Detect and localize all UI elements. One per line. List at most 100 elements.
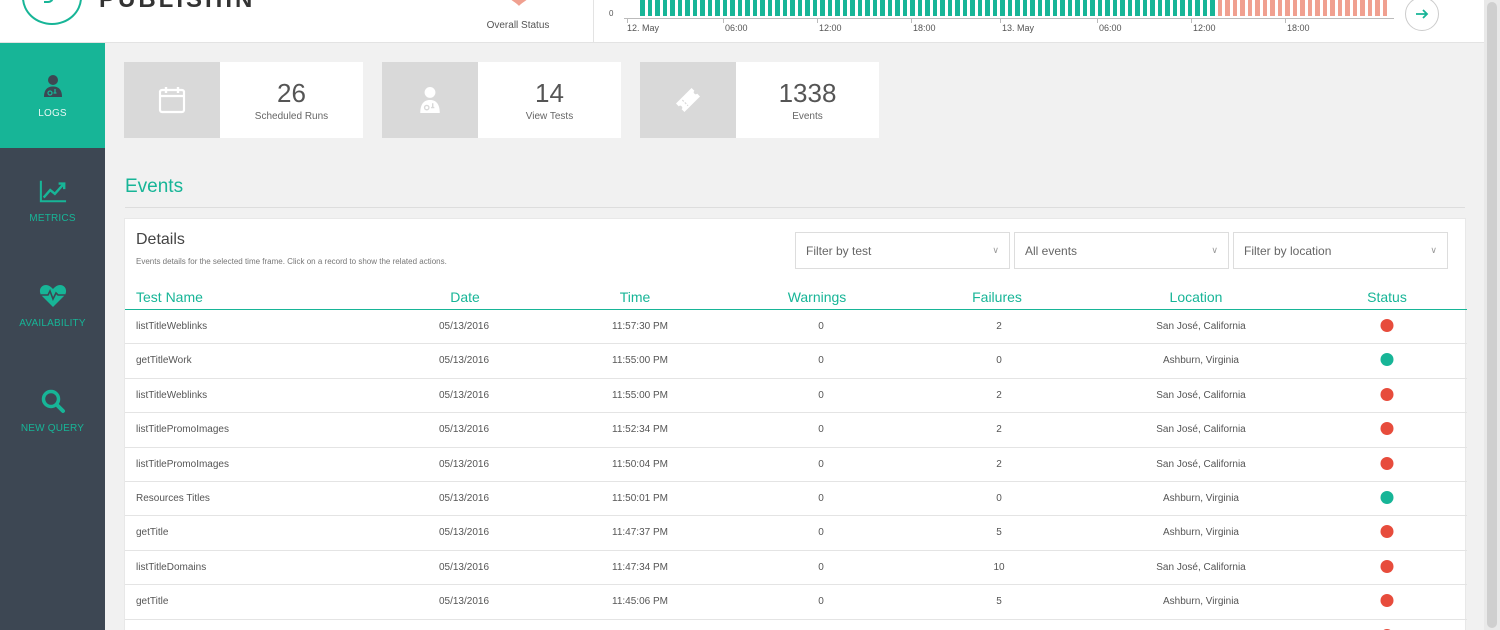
timeline-bar[interactable] [827, 0, 832, 16]
timeline-bar[interactable] [842, 0, 847, 16]
all-events-select[interactable]: All events ∨ [1014, 232, 1229, 269]
timeline-bar[interactable] [1030, 0, 1035, 16]
timeline-bar[interactable] [647, 0, 652, 16]
table-row[interactable]: getTitle 05/13/2016 11:45:06 PM 0 5 Ashburn, … [125, 585, 1467, 620]
timeline-bar[interactable] [692, 0, 697, 16]
column-header-warnings[interactable]: Warnings [788, 289, 847, 305]
timeline-bar[interactable] [1300, 0, 1305, 16]
timeline-bar[interactable] [1022, 0, 1027, 16]
timeline-bar[interactable] [1000, 0, 1005, 16]
timeline-bar[interactable] [1195, 0, 1200, 16]
timeline-bar[interactable] [1202, 0, 1207, 16]
timeline-bar[interactable] [1285, 0, 1290, 16]
timeline-bar[interactable] [1225, 0, 1230, 16]
timeline-bar[interactable] [1127, 0, 1132, 16]
timeline-bar[interactable] [662, 0, 667, 16]
timeline-bar[interactable] [1157, 0, 1162, 16]
column-header-location[interactable]: Location [1170, 289, 1223, 305]
timeline-bar[interactable] [835, 0, 840, 16]
timeline-bar[interactable] [767, 0, 772, 16]
timeline-bar[interactable] [1037, 0, 1042, 16]
timeline-bar[interactable] [962, 0, 967, 16]
timeline-bar[interactable] [872, 0, 877, 16]
timeline-bar[interactable] [1150, 0, 1155, 16]
sidebar-item-metrics[interactable]: METRICS [0, 148, 105, 253]
column-header-test-name[interactable]: Test Name [136, 289, 203, 305]
timeline-bar[interactable] [1232, 0, 1237, 16]
timeline-bar[interactable] [1090, 0, 1095, 16]
timeline-bar[interactable] [1082, 0, 1087, 16]
timeline-bar[interactable] [940, 0, 945, 16]
timeline-bar[interactable] [1135, 0, 1140, 16]
timeline-bar[interactable] [760, 0, 765, 16]
timeline-bar[interactable] [775, 0, 780, 16]
timeline-bar[interactable] [820, 0, 825, 16]
timeline-bar[interactable] [1375, 0, 1380, 16]
timeline-bar[interactable] [640, 0, 645, 16]
timeline-bar[interactable] [887, 0, 892, 16]
timeline-bar[interactable] [1307, 0, 1312, 16]
table-row[interactable] [125, 620, 1467, 630]
page-scrollbar[interactable] [1484, 0, 1500, 630]
timeline-bar[interactable] [1052, 0, 1057, 16]
timeline-bar[interactable] [1247, 0, 1252, 16]
timeline-bar[interactable] [902, 0, 907, 16]
timeline-bar[interactable] [1277, 0, 1282, 16]
timeline-bar[interactable] [1352, 0, 1357, 16]
timeline-bar[interactable] [1045, 0, 1050, 16]
timeline-bar[interactable] [782, 0, 787, 16]
timeline-bar[interactable] [1270, 0, 1275, 16]
timeline-bar[interactable] [1060, 0, 1065, 16]
timeline-bar[interactable] [1097, 0, 1102, 16]
table-row[interactable]: listTitleDomains 05/13/2016 11:47:34 PM 0 10… [125, 551, 1467, 586]
timeline-bar[interactable] [1315, 0, 1320, 16]
timeline-bar[interactable] [1210, 0, 1215, 16]
column-header-status[interactable]: Status [1367, 289, 1407, 305]
timeline-bars[interactable] [640, 0, 1390, 16]
scrollbar-thumb[interactable] [1487, 2, 1497, 628]
timeline-bar[interactable] [865, 0, 870, 16]
timeline-bar[interactable] [1240, 0, 1245, 16]
timeline-bar[interactable] [745, 0, 750, 16]
timeline-bar[interactable] [1165, 0, 1170, 16]
table-row[interactable]: getTitle 05/13/2016 11:47:37 PM 0 5 Ashburn, … [125, 516, 1467, 551]
timeline-bar[interactable] [1112, 0, 1117, 16]
timeline-bar[interactable] [1142, 0, 1147, 16]
timeline-bar[interactable] [970, 0, 975, 16]
column-header-time[interactable]: Time [620, 289, 651, 305]
timeline-bar[interactable] [685, 0, 690, 16]
timeline-bar[interactable] [737, 0, 742, 16]
timeline-bar[interactable] [1067, 0, 1072, 16]
timeline-bar[interactable] [722, 0, 727, 16]
timeline-bar[interactable] [985, 0, 990, 16]
logo-icon[interactable] [22, 0, 82, 25]
timeline-bar[interactable] [790, 0, 795, 16]
timeline-bar[interactable] [1255, 0, 1260, 16]
timeline-bar[interactable] [1292, 0, 1297, 16]
timeline-bar[interactable] [955, 0, 960, 16]
timeline-bar[interactable] [752, 0, 757, 16]
timeline-bar[interactable] [655, 0, 660, 16]
sidebar-item-availability[interactable]: AVAILABILITY [0, 253, 105, 358]
stat-card-events[interactable]: 1338 Events [640, 62, 879, 138]
timeline-bar[interactable] [1105, 0, 1110, 16]
timeline-bar[interactable] [977, 0, 982, 16]
timeline-bar[interactable] [1180, 0, 1185, 16]
timeline-bar[interactable] [880, 0, 885, 16]
timeline-bar[interactable] [797, 0, 802, 16]
timeline-bar[interactable] [1262, 0, 1267, 16]
timeline-bar[interactable] [1360, 0, 1365, 16]
timeline-bar[interactable] [1120, 0, 1125, 16]
table-row[interactable]: listTitleWeblinks 05/13/2016 11:57:30 PM 0 2… [125, 310, 1467, 345]
timeline-bar[interactable] [1217, 0, 1222, 16]
timeline-bar[interactable] [1172, 0, 1177, 16]
timeline-bar[interactable] [895, 0, 900, 16]
timeline-bar[interactable] [1015, 0, 1020, 16]
timeline-bar[interactable] [1007, 0, 1012, 16]
timeline-bar[interactable] [947, 0, 952, 16]
timeline-bar[interactable] [805, 0, 810, 16]
timeline-bar[interactable] [1382, 0, 1387, 16]
timeline-bar[interactable] [992, 0, 997, 16]
filter-by-test-select[interactable]: Filter by test ∨ [795, 232, 1010, 269]
timeline-bar[interactable] [1345, 0, 1350, 16]
